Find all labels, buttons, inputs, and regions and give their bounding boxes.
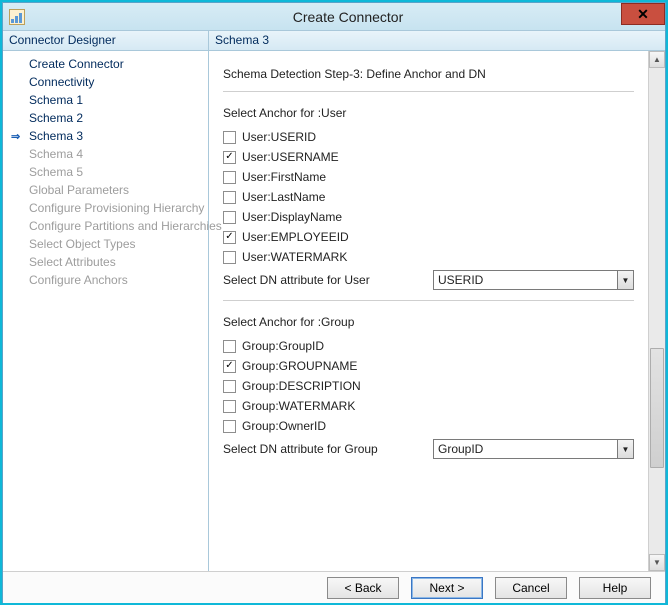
arrow-right-icon: ⇒: [11, 130, 20, 143]
group-checkbox[interactable]: [223, 400, 236, 413]
nav-item[interactable]: Schema 1: [3, 91, 208, 109]
nav-item-label: Configure Partitions and Hierarchies: [29, 219, 222, 233]
nav-item-label: Connectivity: [29, 75, 94, 89]
group-dn-combo[interactable]: GroupID ▼: [433, 439, 634, 459]
scroll-thumb[interactable]: [650, 348, 664, 468]
group-checkbox-label: Group:OwnerID: [242, 419, 326, 433]
user-checkbox-label: User:FirstName: [242, 170, 326, 184]
group-checkbox-label: Group:GroupID: [242, 339, 324, 353]
nav-item-label: Schema 1: [29, 93, 83, 107]
divider: [223, 91, 634, 92]
group-checkbox-label: Group:DESCRIPTION: [242, 379, 361, 393]
group-check-row: Group:WATERMARK: [223, 399, 634, 413]
nav-item[interactable]: Configure Partitions and Hierarchies: [3, 217, 208, 235]
user-check-row: User:LastName: [223, 190, 634, 204]
back-button[interactable]: < Back: [327, 577, 399, 599]
user-checkbox-label: User:DisplayName: [242, 210, 342, 224]
user-checkbox[interactable]: [223, 191, 236, 204]
nav-item[interactable]: Create Connector: [3, 55, 208, 73]
user-checkbox-label: User:USERNAME: [242, 150, 339, 164]
user-dn-label: Select DN attribute for User: [223, 273, 423, 287]
user-checkbox-label: User:WATERMARK: [242, 250, 347, 264]
group-checkbox[interactable]: [223, 360, 236, 373]
group-checkbox[interactable]: [223, 380, 236, 393]
window-frame: Create Connector ✕ Connector Designer Cr…: [2, 2, 666, 603]
step-title: Schema Detection Step-3: Define Anchor a…: [223, 65, 634, 91]
user-checkbox[interactable]: [223, 231, 236, 244]
user-check-row: User:DisplayName: [223, 210, 634, 224]
user-anchor-label: Select Anchor for :User: [223, 106, 634, 120]
divider: [223, 300, 634, 301]
group-dn-value: GroupID: [434, 442, 617, 456]
vertical-scrollbar[interactable]: ▲ ▼: [648, 51, 665, 571]
content-area: Schema Detection Step-3: Define Anchor a…: [209, 51, 648, 571]
user-checkbox[interactable]: [223, 211, 236, 224]
nav-item-label: Schema 4: [29, 147, 83, 161]
nav-item-label: Select Object Types: [29, 237, 136, 251]
nav-item-label: Global Parameters: [29, 183, 129, 197]
title-bar[interactable]: Create Connector ✕: [3, 3, 665, 31]
main-panel: Schema 3 Schema Detection Step-3: Define…: [209, 31, 665, 571]
nav-item-label: Create Connector: [29, 57, 124, 71]
user-checkbox[interactable]: [223, 131, 236, 144]
nav-item[interactable]: Select Object Types: [3, 235, 208, 253]
group-checkbox[interactable]: [223, 340, 236, 353]
user-dn-value: USERID: [434, 273, 617, 287]
main-header: Schema 3: [209, 31, 665, 51]
nav-item-label: Schema 2: [29, 111, 83, 125]
nav-item[interactable]: Schema 2: [3, 109, 208, 127]
sidebar: Connector Designer Create Connector Conne…: [3, 31, 209, 571]
group-checkbox[interactable]: [223, 420, 236, 433]
group-checkbox-label: Group:WATERMARK: [242, 399, 355, 413]
group-check-row: Group:GroupID: [223, 339, 634, 353]
sidebar-header: Connector Designer: [3, 31, 208, 51]
close-button[interactable]: ✕: [621, 3, 665, 25]
scroll-down-button[interactable]: ▼: [649, 554, 665, 571]
group-anchor-label: Select Anchor for :Group: [223, 315, 634, 329]
nav-item-label: Schema 3: [29, 129, 83, 143]
user-check-row: User:WATERMARK: [223, 250, 634, 264]
user-checkbox[interactable]: [223, 151, 236, 164]
close-icon: ✕: [637, 6, 649, 23]
scroll-up-button[interactable]: ▲: [649, 51, 665, 68]
nav-item[interactable]: Select Attributes: [3, 253, 208, 271]
group-check-row: Group:GROUPNAME: [223, 359, 634, 373]
nav-list: Create Connector Connectivity Schema 1 Sche…: [3, 51, 208, 293]
user-checkbox-label: User:EMPLOYEEID: [242, 230, 349, 244]
group-check-row: Group:OwnerID: [223, 419, 634, 433]
user-check-row: User:USERID: [223, 130, 634, 144]
window-title: Create Connector: [31, 9, 665, 25]
group-checkbox-label: Group:GROUPNAME: [242, 359, 357, 373]
app-icon: [9, 9, 25, 25]
nav-item[interactable]: ⇒ Schema 3: [3, 127, 208, 145]
user-checkbox-label: User:LastName: [242, 190, 325, 204]
scroll-track[interactable]: [649, 68, 665, 554]
user-check-row: User:USERNAME: [223, 150, 634, 164]
group-check-row: Group:DESCRIPTION: [223, 379, 634, 393]
button-bar: < Back Next > Cancel Help: [3, 571, 665, 603]
nav-item[interactable]: Connectivity: [3, 73, 208, 91]
chevron-down-icon: ▼: [617, 271, 633, 289]
user-check-row: User:EMPLOYEEID: [223, 230, 634, 244]
group-dn-label: Select DN attribute for Group: [223, 442, 423, 456]
chevron-down-icon: ▼: [617, 440, 633, 458]
user-checkbox[interactable]: [223, 171, 236, 184]
nav-item[interactable]: Schema 4: [3, 145, 208, 163]
nav-item[interactable]: Global Parameters: [3, 181, 208, 199]
next-button[interactable]: Next >: [411, 577, 483, 599]
user-checkbox[interactable]: [223, 251, 236, 264]
cancel-button[interactable]: Cancel: [495, 577, 567, 599]
nav-item[interactable]: Configure Provisioning Hierarchy: [3, 199, 208, 217]
nav-item-label: Configure Anchors: [29, 273, 128, 287]
user-dn-combo[interactable]: USERID ▼: [433, 270, 634, 290]
help-button[interactable]: Help: [579, 577, 651, 599]
nav-item-label: Configure Provisioning Hierarchy: [29, 201, 204, 215]
user-checkbox-label: User:USERID: [242, 130, 316, 144]
nav-item[interactable]: Schema 5: [3, 163, 208, 181]
window-body: Connector Designer Create Connector Conne…: [3, 31, 665, 571]
nav-item[interactable]: Configure Anchors: [3, 271, 208, 289]
nav-item-label: Schema 5: [29, 165, 83, 179]
nav-item-label: Select Attributes: [29, 255, 116, 269]
user-check-row: User:FirstName: [223, 170, 634, 184]
